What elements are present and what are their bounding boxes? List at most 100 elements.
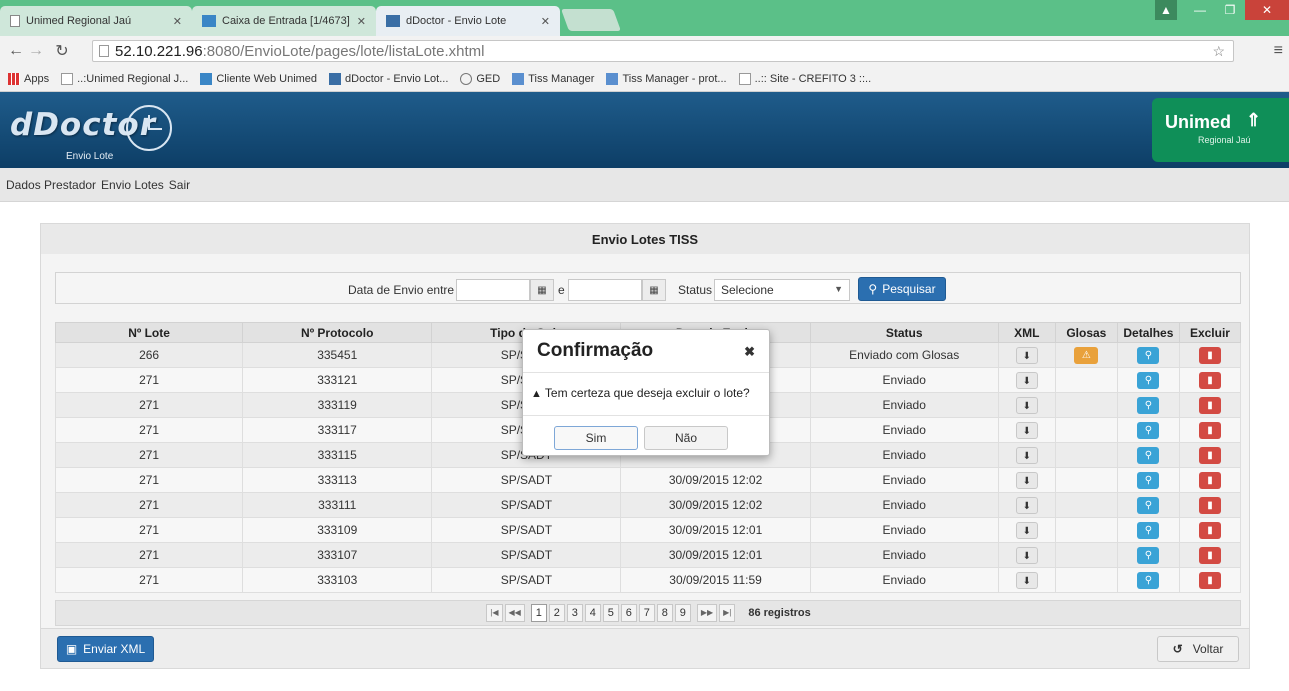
restore-icon[interactable]: ❐ [1215, 0, 1245, 20]
col-status[interactable]: Status [809, 322, 999, 343]
date-end-input[interactable] [568, 279, 642, 301]
last-page-icon[interactable]: ▶| [719, 604, 736, 622]
details-search-icon[interactable]: ⚲ [1137, 571, 1160, 589]
bookmark-unimed[interactable]: ..:Unimed Regional J... [61, 72, 188, 85]
page-8[interactable]: 8 [656, 604, 673, 622]
divider [523, 372, 769, 373]
download-icon[interactable]: ⬇ [1015, 571, 1038, 589]
back-icon[interactable]: ← [6, 42, 26, 60]
menu-envio-lotes[interactable]: Envio Lotes [101, 178, 164, 192]
bookmark-ged[interactable]: GED [460, 72, 500, 85]
details-search-icon[interactable]: ⚲ [1137, 546, 1160, 564]
page-2[interactable]: 2 [548, 604, 565, 622]
close-icon[interactable]: ✕ [173, 15, 182, 28]
trash-icon[interactable]: ▮ [1198, 471, 1221, 489]
download-icon[interactable]: ⬇ [1015, 446, 1038, 464]
panel-title: Envio Lotes TISS [41, 224, 1249, 254]
tab-inbox[interactable]: Caixa de Entrada [1/4673] ✕ [192, 6, 376, 36]
close-icon[interactable]: ✕ [541, 15, 550, 28]
details-search-icon[interactable]: ⚲ [1137, 346, 1160, 364]
cell-data: 30/09/2015 12:02 [620, 492, 811, 518]
details-search-icon[interactable]: ⚲ [1137, 396, 1160, 414]
trash-icon[interactable]: ▮ [1198, 396, 1221, 414]
trash-icon[interactable]: ▮ [1198, 546, 1221, 564]
next-page-icon[interactable]: ▶▶ [696, 604, 718, 622]
trash-icon[interactable]: ▮ [1198, 446, 1221, 464]
cell-excluir: ▮ [1178, 367, 1242, 393]
confirm-yes-button[interactable]: Sim [554, 426, 638, 450]
download-icon[interactable]: ⬇ [1015, 546, 1038, 564]
download-icon[interactable]: ⬇ [1015, 421, 1038, 439]
page-5[interactable]: 5 [602, 604, 619, 622]
back-button[interactable]: ↺ Voltar [1157, 636, 1239, 662]
close-icon[interactable]: ✕ [357, 15, 366, 28]
bookmark-crefito[interactable]: ..:: Site - CREFITO 3 ::.. [738, 72, 871, 85]
trash-icon[interactable]: ▮ [1198, 496, 1221, 514]
details-search-icon[interactable]: ⚲ [1137, 421, 1160, 439]
confirm-no-button[interactable]: Não [644, 426, 728, 450]
browser-tab-strip: Unimed Regional Jaú ✕ Caixa de Entrada [… [0, 0, 1289, 36]
details-search-icon[interactable]: ⚲ [1137, 446, 1160, 464]
bookmark-cliente-web[interactable]: Cliente Web Unimed [200, 72, 317, 85]
download-icon[interactable]: ⬇ [1015, 346, 1038, 364]
trash-icon[interactable]: ▮ [1198, 421, 1221, 439]
calendar-icon[interactable]: ▦ [530, 279, 554, 301]
cell-detalhes: ⚲ [1116, 492, 1180, 518]
bookmark-tiss-manager[interactable]: Tiss Manager [512, 72, 594, 85]
details-search-icon[interactable]: ⚲ [1137, 496, 1160, 514]
download-icon[interactable]: ⬇ [1015, 521, 1038, 539]
status-select[interactable]: Selecione ▼ [714, 279, 850, 301]
date-start-input[interactable] [456, 279, 530, 301]
page-7[interactable]: 7 [638, 604, 655, 622]
prev-page-icon[interactable]: ◀◀ [504, 604, 525, 622]
cell-xml: ⬇ [997, 517, 1056, 543]
cloud-icon [460, 72, 473, 85]
trash-icon[interactable]: ▮ [1198, 521, 1221, 539]
address-bar[interactable]: 52.10.221.96:8080/EnvioLote/pages/lote/l… [92, 40, 1234, 62]
chrome-menu-icon[interactable]: ≡ [1274, 42, 1283, 60]
calendar-icon[interactable]: ▦ [642, 279, 666, 301]
bookmark-tiss-manager-prot[interactable]: Tiss Manager - prot... [606, 72, 727, 85]
user-icon[interactable]: ▲ [1155, 0, 1177, 20]
page-4[interactable]: 4 [584, 604, 601, 622]
first-page-icon[interactable]: |◀ [486, 604, 503, 622]
menu-dados-prestador[interactable]: Dados Prestador [6, 178, 96, 192]
details-search-icon[interactable]: ⚲ [1137, 371, 1160, 389]
trash-icon[interactable]: ▮ [1198, 346, 1221, 364]
cell-xml: ⬇ [997, 442, 1056, 468]
trash-icon[interactable]: ▮ [1198, 571, 1221, 589]
download-icon[interactable]: ⬇ [1015, 396, 1038, 414]
cell-excluir: ▮ [1178, 342, 1242, 368]
trash-icon[interactable]: ▮ [1198, 371, 1221, 389]
col-lote[interactable]: Nº Lote [54, 322, 244, 343]
reload-icon[interactable]: ↻ [52, 41, 72, 61]
details-search-icon[interactable]: ⚲ [1137, 471, 1160, 489]
send-xml-button[interactable]: ▣ Enviar XML [57, 636, 154, 662]
bookmark-ddoctor[interactable]: dDoctor - Envio Lot... [329, 72, 448, 85]
tab-ddoctor[interactable]: dDoctor - Envio Lote ✕ [376, 6, 560, 36]
close-icon[interactable]: ✖ [744, 344, 755, 360]
download-icon[interactable]: ⬇ [1015, 471, 1038, 489]
warning-icon[interactable]: ⚠ [1074, 346, 1099, 364]
cell-excluir: ▮ [1178, 542, 1242, 568]
cell-excluir: ▮ [1178, 467, 1242, 493]
window-close-icon[interactable]: ✕ [1245, 0, 1289, 20]
forward-icon[interactable]: → [26, 42, 46, 60]
page-6[interactable]: 6 [620, 604, 637, 622]
bookmark-star-icon[interactable]: ☆ [1212, 43, 1225, 60]
col-protocolo[interactable]: Nº Protocolo [242, 322, 433, 343]
download-icon[interactable]: ⬇ [1015, 496, 1038, 514]
details-search-icon[interactable]: ⚲ [1137, 521, 1160, 539]
cell-lote: 271 [54, 467, 244, 493]
cell-protocolo: 333109 [242, 517, 433, 543]
search-button[interactable]: ⚲ Pesquisar [858, 277, 946, 301]
bookmark-apps[interactable]: Apps [8, 72, 49, 85]
page-9[interactable]: 9 [674, 604, 691, 622]
page-1[interactable]: 1 [530, 604, 547, 622]
tab-unimed[interactable]: Unimed Regional Jaú ✕ [0, 6, 192, 36]
page-3[interactable]: 3 [566, 604, 583, 622]
download-icon[interactable]: ⬇ [1015, 371, 1038, 389]
menu-sair[interactable]: Sair [169, 178, 190, 192]
minimize-icon[interactable]: — [1185, 0, 1215, 20]
new-tab-button[interactable] [560, 9, 622, 31]
